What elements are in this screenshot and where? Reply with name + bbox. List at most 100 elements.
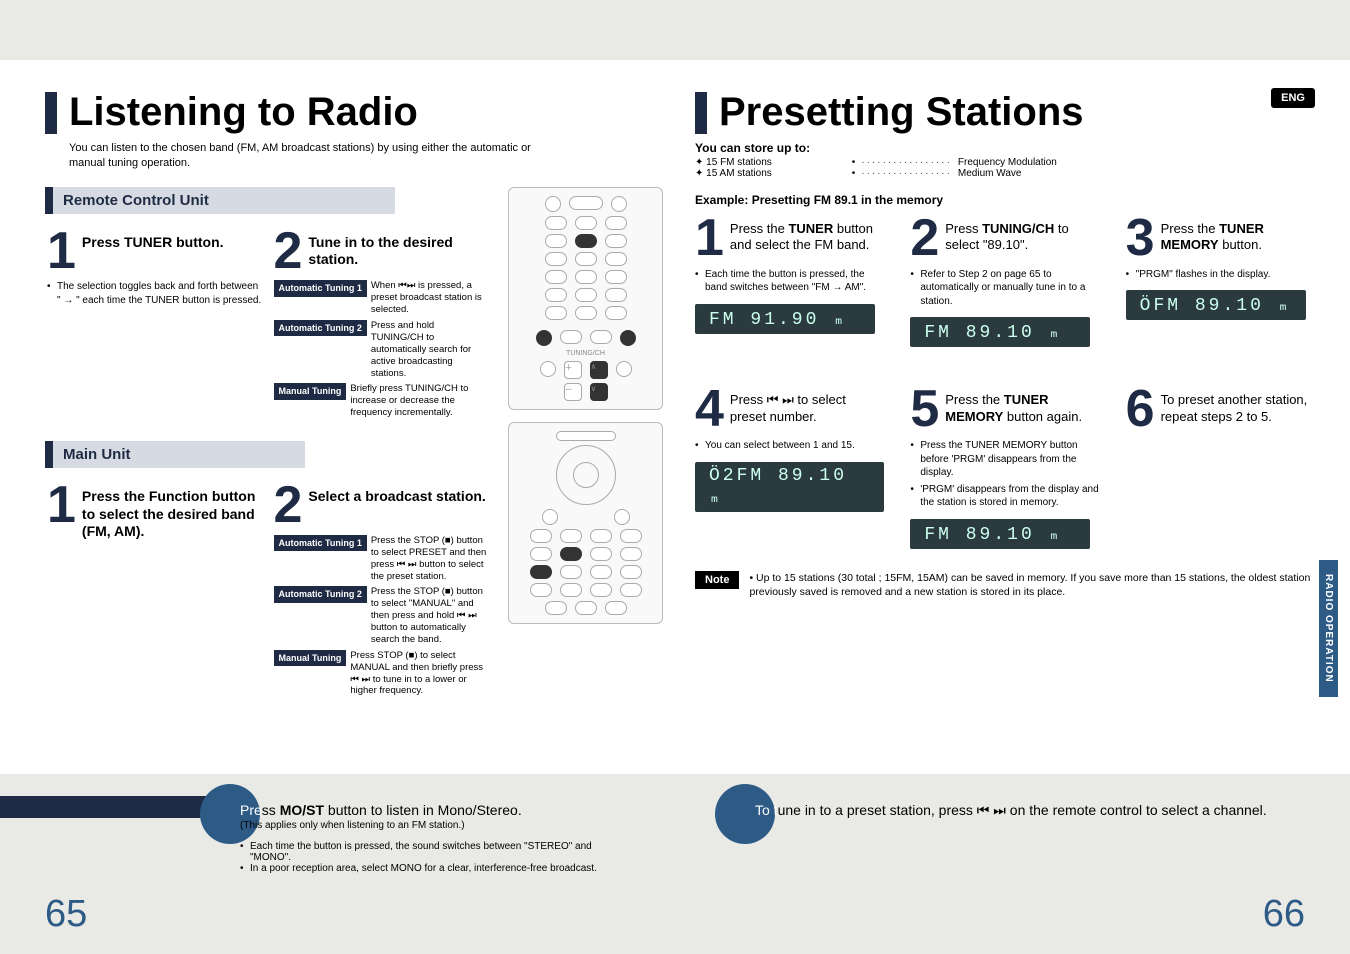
- top-gray-band: [0, 0, 1350, 60]
- section-remote-header: Remote Control Unit: [45, 187, 395, 214]
- skip-next-icon: [620, 330, 636, 346]
- tuning-up-icon: ∧: [590, 361, 608, 379]
- step-head: Press the TUNER MEMORY button.: [1161, 215, 1315, 254]
- step-bullets: The selection toggles back and forth bet…: [47, 280, 262, 307]
- bottom-left-tip: Press MO/ST button to listen in Mono/Ste…: [0, 774, 675, 954]
- store-title: You can store up to:: [695, 141, 1315, 155]
- bullet: "PRGM" flashes in the display.: [1126, 268, 1315, 282]
- step-head: Press the TUNER MEMORY button again.: [945, 386, 1099, 425]
- most-button-icon: [530, 565, 552, 579]
- step-num: 6: [1126, 386, 1155, 433]
- preset-grid: 1 Press the TUNER button and select the …: [695, 215, 1315, 549]
- remote-illustration-top: TUNING/CH ＋∧ －∨: [508, 187, 663, 410]
- step-head: Press the TUNER button and select the FM…: [730, 215, 884, 254]
- tag-auto1: Automatic Tuning 1: [274, 535, 367, 551]
- step-num: 1: [47, 482, 76, 529]
- tag-auto2: Automatic Tuning 2: [274, 320, 367, 336]
- preset-step-4: 4 Press ⏮ ⏭ to select preset number. You…: [695, 386, 884, 548]
- step-num: 3: [1126, 215, 1155, 262]
- step-num: 4: [695, 386, 724, 433]
- left-page: Listening to Radio You can listen to the…: [45, 90, 665, 764]
- store-item: ✦ 15 AM stations: [695, 168, 772, 179]
- bullet: Refer to Step 2 on page 65 to automatica…: [910, 268, 1099, 309]
- bullet: You can select between 1 and 15.: [695, 439, 884, 453]
- step-head: Select a broadcast station.: [308, 482, 485, 506]
- note-box: Note • Up to 15 stations (30 total ; 15F…: [695, 571, 1315, 600]
- tip-bullet: Each time the button is pressed, the sou…: [240, 841, 635, 863]
- tag-manual: Manual Tuning: [274, 650, 347, 666]
- legend: •Frequency Modulation •Medium Wave: [852, 157, 1057, 179]
- step-num: 2: [274, 228, 303, 275]
- step-head: Press TUNING/CH to select "89.10".: [945, 215, 1099, 254]
- bottom-area: Press MO/ST button to listen in Mono/Ste…: [0, 774, 1350, 954]
- lcd-display: FM 89.10 ₘ: [910, 519, 1090, 549]
- step-num: 2: [910, 215, 939, 262]
- right-title-bar: Presetting Stations: [695, 90, 1315, 135]
- note-label: Note: [695, 571, 739, 589]
- lcd-display: Ö2FM 89.10 ₘ: [695, 462, 884, 512]
- bullet: Press the TUNER MEMORY button before 'PR…: [910, 439, 1099, 480]
- lcd-display: FM 91.90 ₘ: [695, 304, 875, 334]
- store-item: ✦ 15 FM stations: [695, 157, 772, 168]
- skip-prev-icon: [536, 330, 552, 346]
- tag-text: Press STOP (■) to select MANUAL and then…: [350, 650, 488, 698]
- store-box: You can store up to: ✦ 15 FM stations ✦ …: [695, 141, 1315, 179]
- remote-step-1: 1 Press TUNER button. The selection togg…: [45, 224, 264, 427]
- step-head: Tune in to the desired station.: [308, 228, 488, 269]
- tag-text: When ⏮⏭ is pressed, a preset broadcast s…: [371, 280, 488, 316]
- page-spread: Listening to Radio You can listen to the…: [0, 60, 1350, 774]
- tip-bullets: Each time the button is pressed, the sou…: [240, 841, 635, 874]
- example-label: Example: Presetting FM 89.1 in the memor…: [695, 193, 1315, 207]
- tag-text: Press the STOP (■) button to select "MAN…: [371, 586, 488, 645]
- title-mark: [45, 92, 57, 134]
- tag-text: Press and hold TUNING/CH to automaticall…: [371, 320, 488, 379]
- right-title: Presetting Stations: [719, 90, 1084, 135]
- remote-step-2: 2 Tune in to the desired station. Automa…: [272, 224, 491, 427]
- left-title-bar: Listening to Radio: [45, 90, 665, 135]
- page-number-left: 65: [45, 893, 87, 936]
- tag-text: Briefly press TUNING/CH to increase or d…: [350, 383, 488, 419]
- step-head: Press the Function button to select the …: [82, 482, 262, 541]
- preset-step-5: 5 Press the TUNER MEMORY button again. P…: [910, 386, 1099, 548]
- left-title: Listening to Radio: [69, 90, 418, 135]
- lang-badge: ENG: [1271, 88, 1315, 108]
- left-subtitle: You can listen to the chosen band (FM, A…: [69, 141, 539, 171]
- tuner-memory-button-icon: [560, 547, 582, 561]
- title-mark: [695, 92, 707, 134]
- side-tab-radio-operation: RADIO OPERATION: [1319, 560, 1338, 697]
- main-step-1: 1 Press the Function button to select th…: [45, 478, 264, 705]
- nav-pad-icon: [556, 445, 616, 505]
- tip-head: To tune in to a preset station, press ⏮ …: [755, 802, 1310, 819]
- preset-step-2: 2 Press TUNING/CH to select "89.10". Ref…: [910, 215, 1099, 347]
- tag-text: Press the STOP (■) button to select PRES…: [371, 535, 488, 583]
- step-num: 2: [274, 482, 303, 529]
- step-num: 1: [47, 228, 76, 275]
- lcd-display: ÖFM 89.10 ₘ: [1126, 290, 1306, 320]
- tag-manual: Manual Tuning: [274, 383, 347, 399]
- tuner-button-icon: [575, 234, 597, 248]
- preset-step-3: 3 Press the TUNER MEMORY button. "PRGM" …: [1126, 215, 1315, 347]
- preset-step-1: 1 Press the TUNER button and select the …: [695, 215, 884, 347]
- tip-bullet: In a poor reception area, select MONO fo…: [240, 863, 635, 874]
- right-page: ENG Presetting Stations You can store up…: [695, 90, 1315, 764]
- tag-auto1: Automatic Tuning 1: [274, 280, 367, 296]
- remote-illustration-bottom: [508, 422, 663, 624]
- bullet: 'PRGM' disappears from the display and t…: [910, 483, 1099, 510]
- step-head: Press ⏮ ⏭ to select preset number.: [730, 386, 884, 425]
- step-num: 5: [910, 386, 939, 433]
- bottom-right-tip: To tune in to a preset station, press ⏮ …: [675, 774, 1350, 954]
- bullet: Each time the button is pressed, the ban…: [695, 268, 884, 295]
- page-number-right: 66: [1263, 893, 1305, 936]
- preset-step-6: 6 To preset another station, repeat step…: [1126, 386, 1315, 548]
- main-step-2: 2 Select a broadcast station. Automatic …: [272, 478, 491, 705]
- section-main-header: Main Unit: [45, 441, 305, 468]
- step-head: To preset another station, repeat steps …: [1161, 386, 1315, 425]
- step-num: 1: [695, 215, 724, 262]
- tip-head: Press MO/ST button to listen in Mono/Ste…: [240, 802, 635, 818]
- tip-sub: (This applies only when listening to an …: [240, 820, 635, 831]
- lcd-display: FM 89.10 ₘ: [910, 317, 1090, 347]
- bullet: The selection toggles back and forth bet…: [47, 280, 262, 307]
- tuning-down-icon: ∨: [590, 383, 608, 401]
- note-text: • Up to 15 stations (30 total ; 15FM, 15…: [749, 571, 1315, 600]
- step-head: Press TUNER button.: [82, 228, 224, 252]
